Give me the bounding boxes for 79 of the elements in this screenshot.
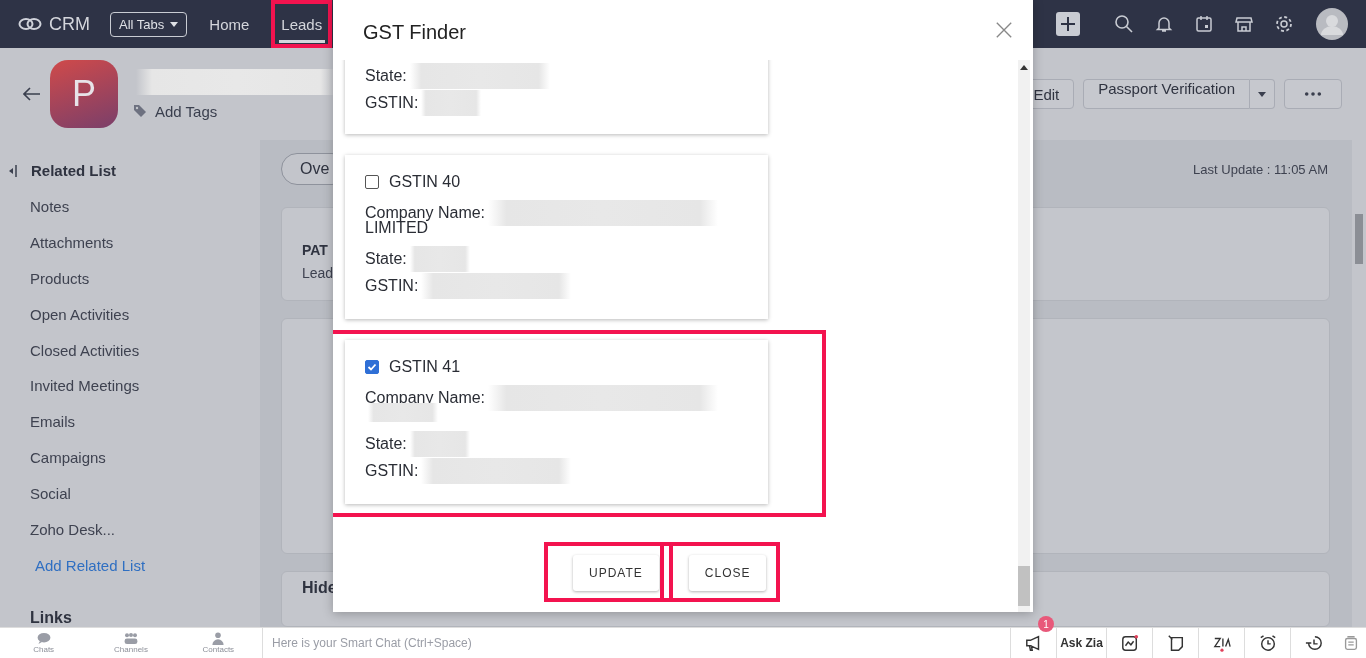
field-label: GSTIN: [365,461,419,480]
dropdown-button[interactable] [1250,79,1275,109]
caret-icon [170,21,179,27]
toolbar-button[interactable] [1198,628,1244,658]
card-title: GSTIN 40 [389,173,461,191]
bottom-nav-item[interactable]: Channels [87,628,175,658]
nav-tab[interactable]: Home [199,0,260,48]
chat-bubble-icon [35,632,52,645]
card-subtitle: Lead [302,265,334,281]
sidebar-item[interactable]: Attachments [0,233,260,252]
all-tabs-button[interactable]: All Tabs [110,11,188,37]
close-button[interactable]: CLOSE [688,555,767,591]
scroll-up-icon[interactable] [1020,65,1028,70]
sidebar-item[interactable]: Zoho Desk... [0,521,260,539]
alarm-clock-icon [1258,634,1277,652]
sidebar-item[interactable]: Products [0,269,260,288]
field-label: State: [365,434,407,453]
section-title: Links [29,608,73,627]
chart-icon [1120,634,1139,652]
more-icon [1304,92,1322,96]
bottom-nav-item[interactable]: Contacts [174,628,262,658]
toolbar-button[interactable] [1290,628,1336,658]
stack-icon [1342,634,1360,652]
tag-icon[interactable] [133,104,147,118]
sidebar-item[interactable]: Notes [0,197,260,216]
app-name: CRM [49,13,90,35]
search-icon[interactable] [1114,14,1134,34]
field-label: Company Name: [365,203,486,222]
scroll-thumb[interactable] [1355,214,1363,264]
update-button[interactable]: UPDATE [573,555,659,591]
toolbar-button[interactable] [1244,628,1290,658]
redacted-value [368,403,438,422]
settings-icon[interactable] [1274,14,1294,34]
last-update-text: Last Update : 11:05 AM [1193,161,1328,177]
sidebar-item[interactable]: Social [0,485,260,504]
card-title: PAT [302,242,328,258]
sidebar-item[interactable]: Campaigns [0,449,260,468]
calendar-icon[interactable] [1194,14,1214,34]
field-label: GSTIN: [365,93,419,112]
field-label: GSTIN: [365,276,419,295]
store-icon[interactable] [1234,14,1254,34]
field-label: Company Name: [365,388,486,407]
note-icon [1166,634,1185,652]
checkbox[interactable] [365,360,379,374]
user-avatar[interactable] [1316,8,1348,40]
ask-zia-button[interactable]: Ask Zia [1056,628,1106,658]
bottom-nav-item[interactable]: Chats [0,628,88,658]
zia-icon [1212,634,1231,652]
record-avatar: P [50,60,118,128]
history-icon [1304,634,1323,652]
sidebar-item[interactable]: Open Activities [0,305,260,324]
back-arrow-icon[interactable] [23,87,41,101]
logo-icon [18,16,42,32]
toolbar-button[interactable] [1152,628,1198,658]
toolbar-button[interactable] [1106,628,1152,658]
checkbox[interactable] [365,175,379,189]
add-icon[interactable] [1056,12,1080,36]
sidebar-title: Related List [31,162,117,180]
announcements-button[interactable] [1010,628,1056,658]
dialog-scrollbar[interactable] [1018,60,1030,612]
bell-icon[interactable] [1154,14,1174,34]
field-label: State: [365,249,407,268]
sidebar-item[interactable]: Emails [0,413,260,432]
group-icon [123,632,139,645]
caret-icon [1258,91,1266,97]
scroll-thumb[interactable] [1018,566,1030,606]
check-icon [366,361,378,373]
sidebar-item[interactable]: Closed Activities [0,341,260,360]
person-icon [210,632,227,645]
collapse-icon[interactable] [9,164,17,177]
nav-tab[interactable]: Leads [271,0,333,48]
card-title: GSTIN 41 [389,358,461,376]
sidebar-item[interactable]: Invited Meetings [0,377,260,396]
passport-verification-button[interactable]: Passport Verification [1083,79,1250,109]
smart-chat-field[interactable]: Here is your Smart Chat (Ctrl+Space) [263,628,1010,658]
dialog-title: GST Finder [363,21,466,44]
close-icon[interactable] [995,21,1013,39]
add-tags-link[interactable]: Add Tags [155,102,218,120]
field-label: State: [365,66,407,85]
